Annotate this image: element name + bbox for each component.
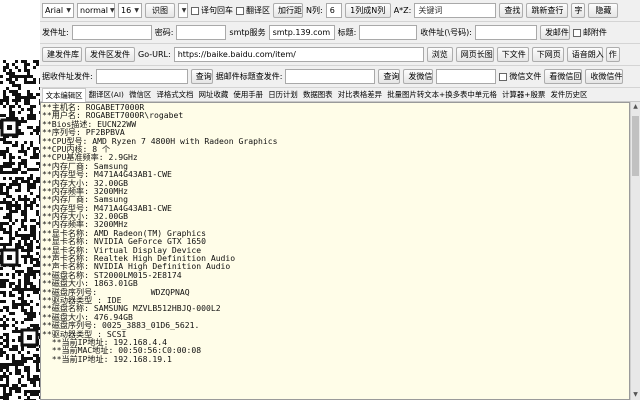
sender-address-input[interactable]: [71, 25, 152, 40]
wechat-contact-input[interactable]: [436, 69, 497, 84]
tab-item[interactable]: 翻译区(AI): [86, 88, 126, 101]
keyword-search-input[interactable]: 关键词: [414, 3, 497, 18]
recognize-image-button[interactable]: 识图: [145, 3, 175, 18]
tab-item[interactable]: 文本编辑区: [42, 87, 87, 102]
tab-item[interactable]: 网址收藏: [196, 88, 231, 101]
subject-input[interactable]: [359, 25, 418, 40]
smtp-label: smtp服务: [229, 28, 266, 37]
editor-line: **当前IP地址: 192.168.19.1: [42, 353, 172, 364]
download-page-button[interactable]: 下网页: [531, 47, 564, 62]
smtp-input[interactable]: smtp.139.com: [268, 25, 335, 40]
keyword-label: A*Z:: [393, 6, 412, 15]
font-weight-select[interactable]: normal ▼: [77, 3, 115, 18]
chevron-down-icon: ▼: [110, 7, 115, 14]
scroll-down-icon[interactable]: ▼: [631, 390, 640, 400]
editor-line: **磁盘序列号: 0025_3883_01D6_5621.: [42, 320, 200, 331]
vertical-scrollbar[interactable]: ▲ ▼: [630, 102, 640, 400]
mail-subject-query-label: 据邮件标题查发件:: [215, 72, 283, 81]
send-wechat-button[interactable]: 发微信: [403, 69, 434, 84]
checkbox-box[interactable]: [236, 6, 244, 15]
sender-address-label: 发件址:: [42, 28, 69, 37]
find-next-row-button[interactable]: 跳新查行: [526, 3, 569, 18]
url-toolbar: 建发件库 发件区发件 Go-URL: https://baike.baidu.c…: [40, 44, 640, 66]
send-mail-button[interactable]: 发邮件: [539, 25, 570, 40]
view-wechat-reply-button[interactable]: 看微信回: [544, 69, 583, 84]
tab-item[interactable]: 数据图表: [300, 88, 335, 101]
editor-line: **CPU基准频率: 2.9GHz: [42, 152, 138, 163]
app-window: Arial ▼ normal ▼ 16 ▼ 识图 ▼ 译句回车 翻译区 加行距 N列:…: [40, 0, 640, 400]
mail-subject-query-input[interactable]: [285, 69, 376, 84]
font-toolbar: Arial ▼ normal ▼ 16 ▼ 识图 ▼ 译句回车 翻译区 加行距 N列:…: [40, 0, 640, 22]
split-columns-button[interactable]: 1列成N列: [344, 3, 391, 18]
tab-item[interactable]: 发件历史区: [548, 88, 590, 101]
editor-line: **磁盘序列号: WDZQPNAQ: [42, 286, 190, 297]
checkbox-box[interactable]: [572, 28, 581, 37]
tab-item[interactable]: 批量图片转文本+换多表中单元格: [385, 88, 500, 101]
area-send-button[interactable]: 发件区发件: [85, 47, 135, 62]
checkbox-box[interactable]: [499, 72, 508, 81]
download-file-button[interactable]: 下文件: [496, 47, 529, 62]
url-input[interactable]: https://baike.baidu.com/item/: [173, 47, 424, 62]
qr-code-strip: [0, 0, 40, 400]
page-screenshot-button[interactable]: 网页长图: [455, 47, 494, 62]
font-family-select[interactable]: Arial ▼: [42, 3, 74, 18]
scrollbar-thumb[interactable]: [632, 116, 639, 176]
text-editor[interactable]: **主机名: ROGABET7000R **用户名: ROGABET7000R\r…: [40, 102, 630, 400]
password-label: 密码:: [154, 28, 174, 37]
wechat-file-checkbox[interactable]: 微信文件: [499, 71, 541, 82]
tab-item[interactable]: 计算器+殷票: [500, 88, 548, 101]
tab-bar: 文本编辑区 翻译区(AI) 微信区 译格式文档 网址收藏 使用手册 日历计划 数据图表 对比表格…: [40, 87, 640, 102]
hide-button[interactable]: 隐藏: [588, 3, 619, 18]
chevron-down-icon: ▼: [66, 7, 71, 14]
editor-line: **内存大小: 32.00GB: [42, 211, 128, 222]
voice-input-button[interactable]: 语音朗入: [566, 47, 604, 62]
chevron-down-icon: ▼: [181, 7, 187, 14]
tab-item[interactable]: 日历计划: [266, 88, 301, 101]
mail-settings-toolbar: 发件址: 密码: smtp服务 smtp.139.com 标题: 收件址(\号码…: [40, 22, 640, 44]
tab-item[interactable]: 微信区: [127, 88, 154, 101]
translate-area-checkbox[interactable]: 翻译区: [236, 5, 270, 16]
wrap-enter-checkbox[interactable]: 译句回车: [191, 5, 233, 16]
font-button[interactable]: 字: [571, 3, 586, 18]
receive-wechat-button[interactable]: 收微信件: [585, 69, 624, 84]
editor-line: **内存频率: 3200MHz: [42, 185, 128, 196]
editor-line: **内存大小: 32.00GB: [42, 177, 128, 188]
subject-label: 标题:: [337, 28, 357, 37]
query-button-2[interactable]: 查询: [378, 69, 401, 84]
scroll-up-icon[interactable]: ▲: [631, 102, 640, 112]
editor-line: **内存型号: M471A4G43AB1-CWE: [42, 169, 172, 180]
editor-line: **内存型号: M471A4G43AB1-CWE: [42, 202, 172, 213]
n-columns-input[interactable]: 6: [325, 3, 342, 18]
chevron-down-icon: ▼: [134, 7, 139, 14]
add-line-spacing-button[interactable]: 加行距: [273, 3, 303, 18]
tab-item[interactable]: 使用手册: [231, 88, 266, 101]
query-button[interactable]: 查询: [190, 69, 213, 84]
recv-address-input[interactable]: [95, 69, 188, 84]
font-size-select[interactable]: 16 ▼: [118, 3, 142, 18]
password-input[interactable]: [176, 25, 227, 40]
query-toolbar: 据收件址发件: 查询 据邮件标题查发件: 查询 发微信 微信文件 看微信回 收微…: [40, 66, 640, 88]
recv-address-label: 据收件址发件:: [42, 72, 93, 81]
more-button[interactable]: 作: [605, 47, 620, 62]
n-columns-label: N列:: [306, 6, 323, 15]
build-library-button[interactable]: 建发件库: [42, 47, 82, 62]
go-url-label: Go-URL:: [138, 50, 171, 59]
checkbox-box[interactable]: [191, 6, 199, 15]
receiver-label: 收件址(\号码):: [420, 28, 472, 37]
editor-line: **Bios描述: EUCN22WW: [42, 118, 137, 129]
receiver-input[interactable]: [474, 25, 537, 40]
mail-attachment-checkbox[interactable]: 邮附件: [572, 27, 607, 38]
editor-line: **CPU型号: AMD Ryzen 7 4800H with Radeon G…: [42, 135, 278, 146]
tab-item[interactable]: 对比表格差异: [335, 88, 385, 101]
recognize-options-dropdown[interactable]: ▼: [178, 3, 188, 18]
browse-button[interactable]: 浏览: [426, 47, 453, 62]
tab-item[interactable]: 译格式文档: [154, 88, 196, 101]
find-button[interactable]: 查找: [499, 3, 524, 18]
